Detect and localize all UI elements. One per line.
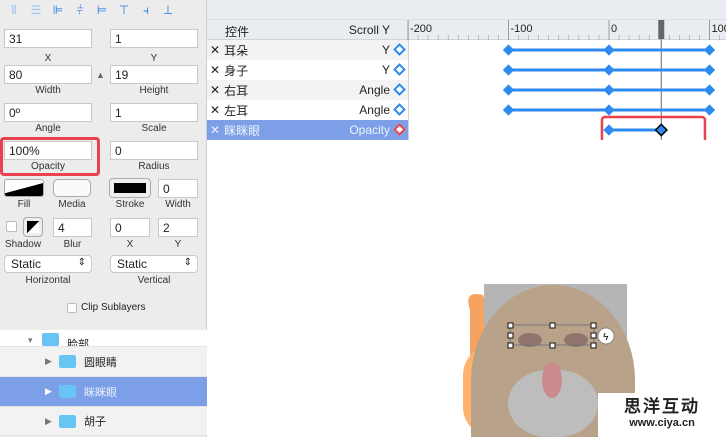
height-field[interactable]: 19: [110, 65, 198, 84]
stroke-width-field[interactable]: 0: [158, 179, 198, 198]
shadow-y-label: Y: [174, 239, 182, 250]
align-left-icon[interactable]: ⊫: [50, 3, 66, 17]
fill-label: Fill: [17, 199, 31, 210]
y-label: Y: [150, 53, 158, 64]
canvas: ϟ 思洋互动 www.ciya.cn: [208, 140, 726, 437]
vertical-value: Static: [117, 257, 148, 271]
shadow-checkbox[interactable]: [6, 221, 17, 232]
shadow-color-swatch[interactable]: [23, 217, 43, 237]
keyframe-diamond[interactable]: [654, 123, 668, 137]
clip-sublayers-checkbox[interactable]: [67, 302, 77, 313]
media-swatch[interactable]: [53, 179, 91, 197]
ruler-label: -100: [511, 23, 533, 35]
horizontal-select[interactable]: Static ⇕: [4, 255, 92, 273]
horizontal-value: Static: [11, 257, 42, 271]
watermark-title: 思洋互动: [624, 397, 700, 416]
playhead-handle[interactable]: [658, 20, 665, 39]
clip-sublayers-label: Clip Sublayers: [81, 302, 146, 313]
keyframe-diamond[interactable]: [703, 84, 716, 96]
keyframe-diamond[interactable]: [603, 84, 615, 96]
keyframe-diamond[interactable]: [703, 104, 716, 116]
ruler-label: 0: [611, 23, 617, 35]
vertical-select[interactable]: Static ⇕: [110, 255, 198, 273]
disclosure-icon[interactable]: ▶: [45, 416, 59, 427]
vertical-label: Vertical: [137, 275, 171, 286]
keyframe-diamond[interactable]: [603, 64, 615, 76]
layer-name: 胡子: [84, 416, 106, 428]
keyframe-diamond[interactable]: [502, 104, 515, 116]
keyframe-diamond[interactable]: [603, 104, 615, 116]
scale-label: Scale: [141, 123, 167, 134]
inspector-panel: ⦀ ☰ ⊫ ⫩ ⊨ ⊤ ⫞ ⊥ 31 X 1 Y 80 Width ▲ 19 H…: [0, 0, 207, 437]
radius-label: Radius: [138, 161, 170, 172]
keyframe-diamond[interactable]: [502, 64, 515, 76]
keyframe-diamond[interactable]: [703, 44, 716, 56]
opacity-highlight: [0, 137, 100, 176]
keyframe-diamond[interactable]: [603, 124, 615, 136]
y-field[interactable]: 1: [110, 29, 198, 48]
x-field[interactable]: 31: [4, 29, 92, 48]
scale-field[interactable]: 1: [110, 103, 198, 122]
align-middle-icon[interactable]: ⫞: [138, 3, 154, 17]
disclosure-icon[interactable]: ▶: [45, 356, 59, 367]
svg-text:ϟ: ϟ: [603, 332, 609, 343]
x-label: X: [44, 53, 52, 64]
align-center-icon[interactable]: ⫩: [72, 3, 88, 17]
folder-icon: [59, 355, 76, 368]
distribute-horizontal-icon[interactable]: ☰: [28, 3, 44, 17]
align-toolbar: ⦀ ☰ ⊫ ⫩ ⊨ ⊤ ⫞ ⊥: [0, 0, 207, 20]
updown-icon: ⇕: [77, 257, 86, 268]
fill-swatch[interactable]: [4, 179, 44, 197]
distribute-vertical-icon[interactable]: ⦀: [6, 3, 22, 17]
radius-field[interactable]: 0: [110, 141, 198, 160]
keyframe-diamond[interactable]: [502, 84, 515, 96]
layer-name: 圆眼睛: [84, 356, 117, 369]
disclosure-icon[interactable]: ▶: [45, 386, 59, 397]
layer-list: ▾ 脸部 ▶ 圆眼睛 ▶ 眯眯眼 ▶ 胡子: [0, 330, 207, 436]
watermark-url: www.ciya.cn: [629, 417, 695, 429]
align-top-icon[interactable]: ⊤: [116, 3, 132, 17]
keyframe-diamond[interactable]: [603, 44, 615, 56]
timeline-panel: 控件 Scroll Y ✕ 耳朵 Y ✕ 身子 Y ✕ 右耳 Angle ✕ 左耳 Angle ✕ 眯眯眼…: [207, 0, 726, 166]
layer-row-selected[interactable]: ▶ 眯眯眼: [0, 377, 207, 407]
horizontal-label: Horizontal: [25, 275, 71, 286]
blur-label: Blur: [63, 239, 82, 250]
layer-name: 眯眯眼: [84, 386, 117, 399]
angle-label: Angle: [35, 123, 61, 134]
angle-field[interactable]: 0º: [4, 103, 92, 122]
shadow-y-field[interactable]: 2: [158, 218, 198, 237]
blur-field[interactable]: 4: [53, 218, 92, 237]
layer-row[interactable]: ▾ 脸部: [0, 330, 207, 347]
keyframe-diamond[interactable]: [502, 44, 515, 56]
shadow-label: Shadow: [4, 239, 42, 250]
disclosure-open-icon[interactable]: ▾: [28, 335, 42, 346]
width-label: Width: [35, 85, 61, 96]
keyframe-diamond[interactable]: [703, 64, 716, 76]
folder-icon: [42, 333, 59, 346]
ruler-label: -200: [410, 23, 432, 35]
width-field[interactable]: 80: [4, 65, 92, 84]
layer-row[interactable]: ▶ 胡子: [0, 407, 207, 436]
clip-sublayers-option[interactable]: Clip Sublayers: [67, 302, 145, 313]
media-label: Media: [58, 199, 86, 210]
ruler-label: 100: [712, 23, 726, 35]
align-right-icon[interactable]: ⊨: [94, 3, 110, 17]
layer-name: 脸部: [67, 339, 89, 347]
shadow-x-label: X: [126, 239, 134, 250]
height-label: Height: [139, 85, 169, 96]
folder-icon: [59, 385, 76, 398]
updown-icon: ⇕: [183, 257, 192, 268]
align-bottom-icon[interactable]: ⊥: [160, 3, 176, 17]
stroke-label: Stroke: [115, 199, 145, 210]
stroke-swatch[interactable]: [109, 178, 151, 198]
layer-row[interactable]: ▶ 圆眼睛: [0, 347, 207, 377]
lock-icon[interactable]: ▲: [96, 70, 105, 80]
folder-icon: [59, 414, 76, 428]
watermark: 思洋互动 www.ciya.cn: [598, 393, 726, 437]
stroke-width-label: Width: [165, 199, 191, 210]
shadow-x-field[interactable]: 0: [110, 218, 150, 237]
